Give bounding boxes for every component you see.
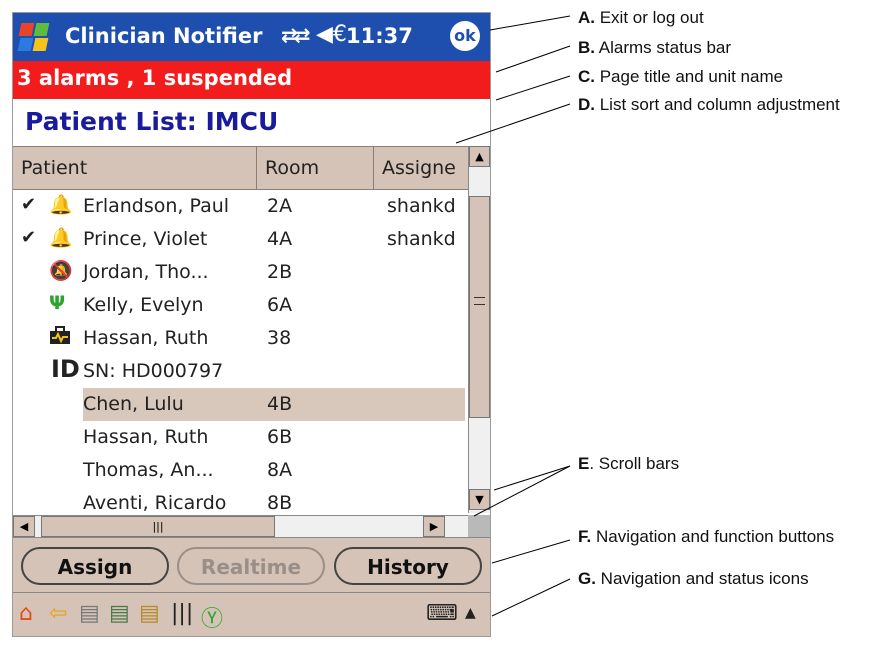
callout-b: B. Alarms status bar <box>578 38 732 57</box>
callout-e: E. Scroll bars <box>578 454 680 473</box>
callout-g: G. Navigation and status icons <box>578 569 809 588</box>
callout-a: A. Exit or log out <box>578 8 704 27</box>
callout-c: C. Page title and unit name <box>578 67 784 86</box>
callout-f: F. Navigation and function buttons <box>578 527 835 546</box>
callout-d: D. List sort and column adjustment <box>578 95 840 114</box>
